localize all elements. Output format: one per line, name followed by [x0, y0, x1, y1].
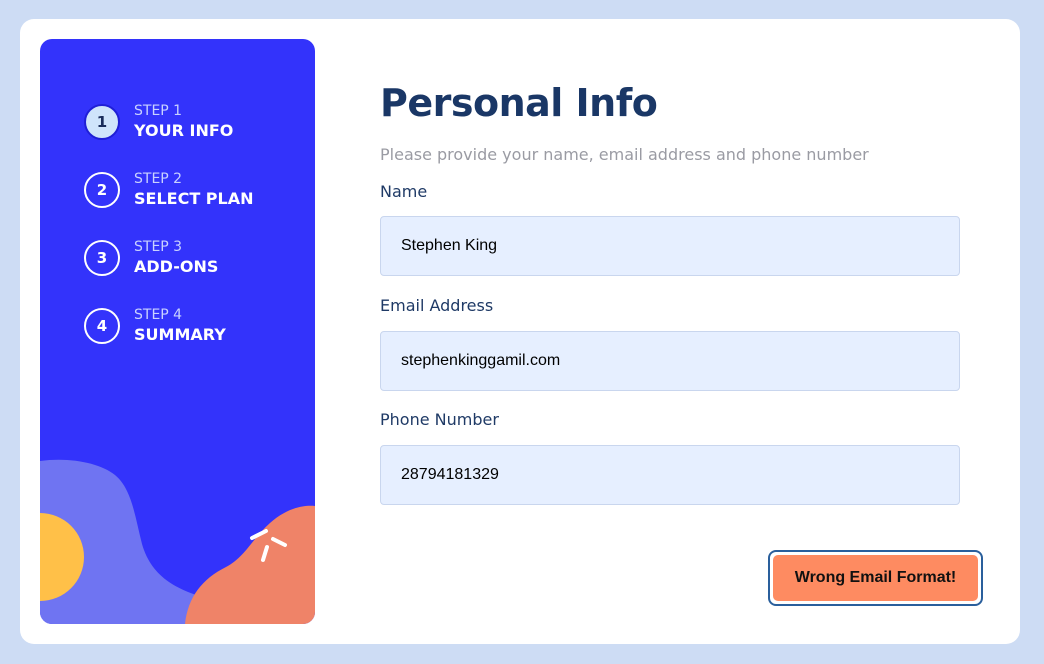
- step-number-badge: 2: [84, 172, 120, 208]
- name-input[interactable]: [380, 216, 960, 276]
- step-number-badge: 1: [84, 104, 120, 140]
- step-2[interactable]: 2 STEP 2 SELECT PLAN: [84, 170, 254, 210]
- step-title: ADD-ONS: [134, 257, 219, 276]
- page-subtitle: Please provide your name, email address …: [380, 145, 869, 164]
- sidebar: 1 STEP 1 YOUR INFO 2 STEP 2 SELECT PLAN …: [40, 39, 315, 624]
- step-label: STEP 1: [134, 103, 183, 119]
- step-title: SUMMARY: [134, 325, 226, 344]
- orange-blob-shape: [185, 505, 315, 624]
- name-label: Name: [380, 182, 428, 201]
- email-input[interactable]: [380, 331, 960, 391]
- page-title: Personal Info: [380, 81, 658, 125]
- step-number-badge: 4: [84, 308, 120, 344]
- step-label: STEP 4: [134, 307, 183, 323]
- step-4[interactable]: 4 STEP 4 SUMMARY: [84, 306, 226, 346]
- step-label: STEP 2: [134, 171, 183, 187]
- step-1[interactable]: 1 STEP 1 YOUR INFO: [84, 102, 233, 142]
- step-title: SELECT PLAN: [134, 189, 254, 208]
- phone-label: Phone Number: [380, 410, 499, 429]
- wrong-email-format-button[interactable]: Wrong Email Format!: [768, 550, 983, 606]
- phone-input[interactable]: [380, 445, 960, 505]
- step-number-badge: 3: [84, 240, 120, 276]
- email-label: Email Address: [380, 296, 494, 315]
- form-card: 1 STEP 1 YOUR INFO 2 STEP 2 SELECT PLAN …: [20, 19, 1020, 644]
- step-3[interactable]: 3 STEP 3 ADD-ONS: [84, 238, 218, 278]
- error-button-label: Wrong Email Format!: [773, 555, 978, 601]
- step-title: YOUR INFO: [134, 121, 234, 140]
- step-label: STEP 3: [134, 239, 183, 255]
